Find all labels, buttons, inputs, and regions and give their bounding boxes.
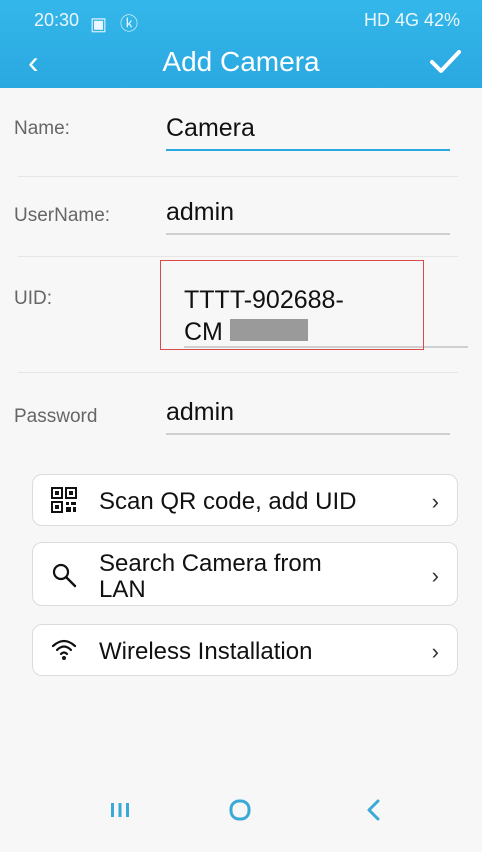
uid-highlight-box [160,260,424,350]
checkmark-icon [430,50,461,73]
wireless-installation-label: Wireless Installation [99,638,313,665]
name-input[interactable]: Camera [166,114,450,151]
chevron-left-icon [367,799,380,821]
recents-button[interactable] [100,790,140,830]
name-label: Name: [14,118,70,139]
home-icon [229,799,251,821]
divider [18,176,458,177]
recents-icon [111,803,129,817]
scan-qr-label: Scan QR code, add UID [99,488,357,515]
status-right: HD 4G 42% [363,10,460,30]
chevron-right-icon: › [431,563,439,588]
scan-qr-button[interactable]: Scan QR code, add UID › [32,474,458,526]
username-label: UserName: [14,205,111,226]
password-label: Password [14,406,98,427]
password-input[interactable]: admin [166,398,450,435]
search-lan-label-line2: LAN [99,576,146,603]
chevron-right-icon: › [431,489,439,514]
wireless-installation-button[interactable]: Wireless Installation › [32,624,458,676]
status-notification-icons: ▣ ⓚ [90,14,143,34]
chevron-right-icon: › [431,639,439,664]
home-button[interactable] [220,790,260,830]
username-input[interactable]: admin [166,198,450,235]
search-icon [52,563,77,588]
page-title: Add Camera [162,46,320,77]
wifi-icon [51,639,77,660]
qr-code-icon [51,487,77,513]
system-back-button[interactable] [354,790,394,830]
divider [18,372,458,373]
uid-label: UID: [14,288,52,309]
confirm-button[interactable] [426,42,464,80]
divider [18,256,458,257]
status-bar: 20:30 ▣ ⓚ HD 4G 42% [0,0,482,38]
search-lan-button[interactable]: Search Camera from LAN › [32,542,458,606]
top-bar: 20:30 ▣ ⓚ HD 4G 42% ‹ Add Camera [0,0,482,88]
search-lan-label: Search Camera from LAN [99,551,322,603]
search-lan-label-line1: Search Camera from [99,550,322,577]
android-nav-bar [0,772,482,852]
status-time: 20:30 [34,10,80,30]
